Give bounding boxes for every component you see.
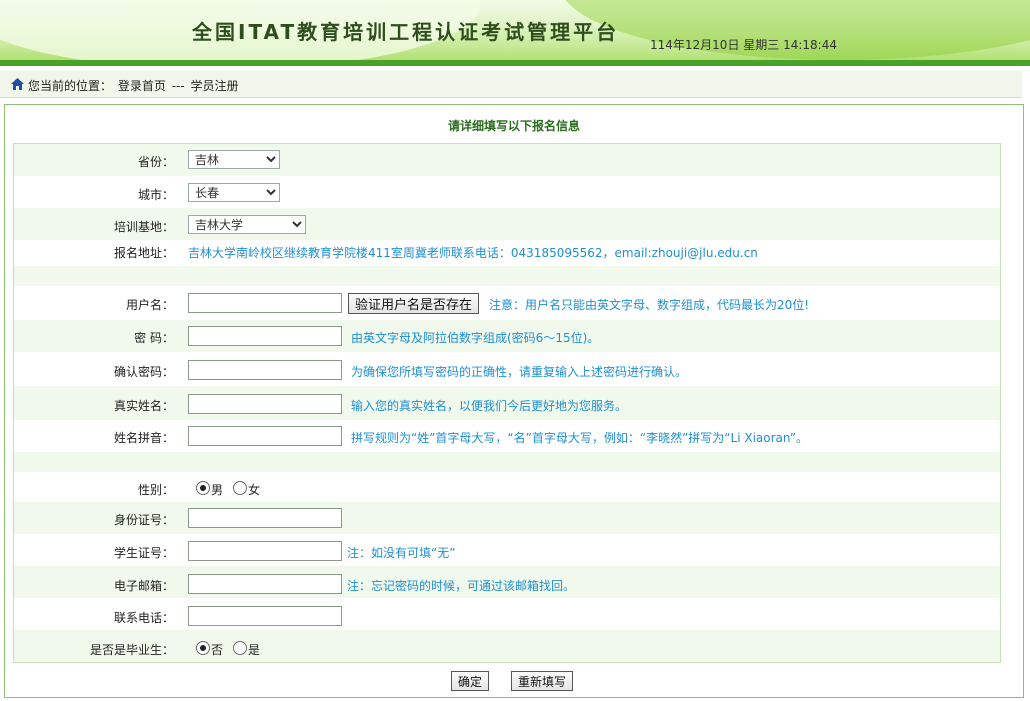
student-id-input[interactable]: [188, 541, 342, 561]
address-label: 报名地址：: [113, 246, 174, 260]
row-email: 电子邮箱： 注：忘记密码的时候，可通过该邮箱找回。: [14, 566, 1000, 598]
graduate-label: 是否是毕业生：: [89, 643, 174, 657]
username-note: 注意：用户名只能由英文字母、数字组成，代码最长为20位!: [489, 298, 810, 312]
email-label: 电子邮箱：: [113, 579, 174, 593]
graduate-yes-label: 是: [248, 643, 261, 657]
row-training-base: 培训基地： 吉林大学: [14, 208, 1000, 240]
breadcrumb-separator: ---: [171, 79, 185, 93]
password-label: 密 码：: [134, 331, 174, 345]
email-input[interactable]: [188, 574, 342, 594]
page-header: 全国ITAT教育培训工程认证考试管理平台 114年12月10日 星期三 14:1…: [0, 0, 1030, 66]
gender-label: 性别：: [137, 483, 174, 497]
student-id-label: 学生证号：: [113, 546, 174, 560]
province-label: 省份：: [137, 155, 174, 169]
username-input[interactable]: [188, 293, 342, 313]
breadcrumb-prefix: 您当前的位置：: [28, 79, 113, 93]
row-student-id: 学生证号： 注：如没有可填“无”: [14, 534, 1000, 566]
row-real-name: 真实姓名： 输入您的真实姓名，以便我们今后更好地为您服务。: [14, 386, 1000, 420]
graduate-no-radio[interactable]: [196, 641, 210, 655]
real-name-note: 输入您的真实姓名，以便我们今后更好地为您服务。: [351, 399, 628, 413]
site-title: 全国ITAT教育培训工程认证考试管理平台: [192, 20, 620, 44]
reset-button[interactable]: 重新填写: [511, 671, 574, 691]
gender-male-radio[interactable]: [196, 481, 210, 495]
confirm-password-label: 确认密码：: [113, 365, 174, 379]
real-name-label: 真实姓名：: [113, 399, 174, 413]
row-name-pinyin: 姓名拼音： 拼写规则为“姓”首字母大写，“名”首字母大写，例如：“李晓然”拼写为…: [14, 420, 1000, 452]
real-name-input[interactable]: [188, 394, 342, 414]
breadcrumb: 您当前的位置： 登录首页 --- 学员注册: [0, 71, 1022, 98]
name-pinyin-label: 姓名拼音：: [113, 431, 174, 445]
row-username: 用户名： 验证用户名是否存在 注意：用户名只能由英文字母、数字组成，代码最长为2…: [14, 286, 1000, 320]
id-card-input[interactable]: [188, 508, 342, 528]
row-spacer: [14, 266, 1000, 286]
gender-female-radio[interactable]: [233, 481, 247, 495]
address-text: 吉林大学南岭校区继续教育学院楼411室周冀老师联系电话：043185095562…: [188, 246, 758, 260]
breadcrumb-current: 学员注册: [190, 79, 239, 93]
username-label: 用户名：: [125, 298, 174, 312]
row-password: 密 码： 由英文字母及阿拉伯数字组成(密码6～15位)。: [14, 320, 1000, 352]
form-title: 请详细填写以下报名信息: [447, 119, 580, 133]
name-pinyin-input[interactable]: [188, 426, 342, 446]
gender-female-label: 女: [248, 483, 261, 497]
row-phone: 联系电话：: [14, 598, 1000, 630]
row-confirm-password: 确认密码： 为确保您所填写密码的正确性，请重复输入上述密码进行确认。: [14, 352, 1000, 386]
submit-button[interactable]: 确定: [451, 671, 490, 691]
check-username-button[interactable]: 验证用户名是否存在: [348, 293, 480, 314]
breadcrumb-home-link[interactable]: 登录首页: [118, 79, 166, 93]
graduate-no-label: 否: [211, 643, 224, 657]
registration-form: 请详细填写以下报名信息 省份： 吉林 城市： 长春 培训基地： 吉林大学 报名地…: [4, 104, 1024, 698]
email-note: 注：忘记密码的时候，可通过该邮箱找回。: [347, 579, 576, 593]
password-input[interactable]: [188, 326, 342, 346]
form-table: 省份： 吉林 城市： 长春 培训基地： 吉林大学 报名地址： 吉林大学南岭校区继…: [13, 143, 1001, 663]
phone-label: 联系电话：: [113, 611, 174, 625]
graduate-yes-radio[interactable]: [233, 641, 247, 655]
row-spacer: [14, 452, 1000, 472]
city-select[interactable]: 长春: [188, 183, 280, 202]
confirm-password-note: 为确保您所填写密码的正确性，请重复输入上述密码进行确认。: [351, 365, 688, 379]
phone-input[interactable]: [188, 606, 342, 626]
student-id-note: 注：如没有可填“无”: [347, 546, 456, 560]
row-gender: 性别： 男 女: [14, 472, 1000, 502]
row-city: 城市： 长春: [14, 176, 1000, 208]
row-address: 报名地址： 吉林大学南岭校区继续教育学院楼411室周冀老师联系电话：043185…: [14, 240, 1000, 266]
row-graduate: 是否是毕业生： 否 是: [14, 630, 1000, 662]
training-base-label: 培训基地：: [113, 220, 174, 234]
breadcrumb-text: 您当前的位置： 登录首页 --- 学员注册: [28, 77, 241, 94]
row-province: 省份： 吉林: [14, 144, 1000, 176]
password-note: 由英文字母及阿拉伯数字组成(密码6～15位)。: [351, 331, 600, 345]
header-divider: [0, 60, 1030, 66]
gender-male-label: 男: [211, 483, 224, 497]
confirm-password-input[interactable]: [188, 360, 342, 380]
city-label: 城市：: [137, 188, 174, 202]
training-base-select[interactable]: 吉林大学: [188, 215, 306, 234]
id-card-label: 身份证号：: [113, 513, 174, 527]
name-pinyin-note: 拼写规则为“姓”首字母大写，“名”首字母大写，例如：“李晓然”拼写为“Li Xi…: [351, 431, 809, 445]
current-datetime: 114年12月10日 星期三 14:18:44: [650, 38, 837, 52]
province-select[interactable]: 吉林: [188, 150, 280, 169]
home-icon: [11, 78, 24, 90]
row-id-card: 身份证号：: [14, 502, 1000, 534]
